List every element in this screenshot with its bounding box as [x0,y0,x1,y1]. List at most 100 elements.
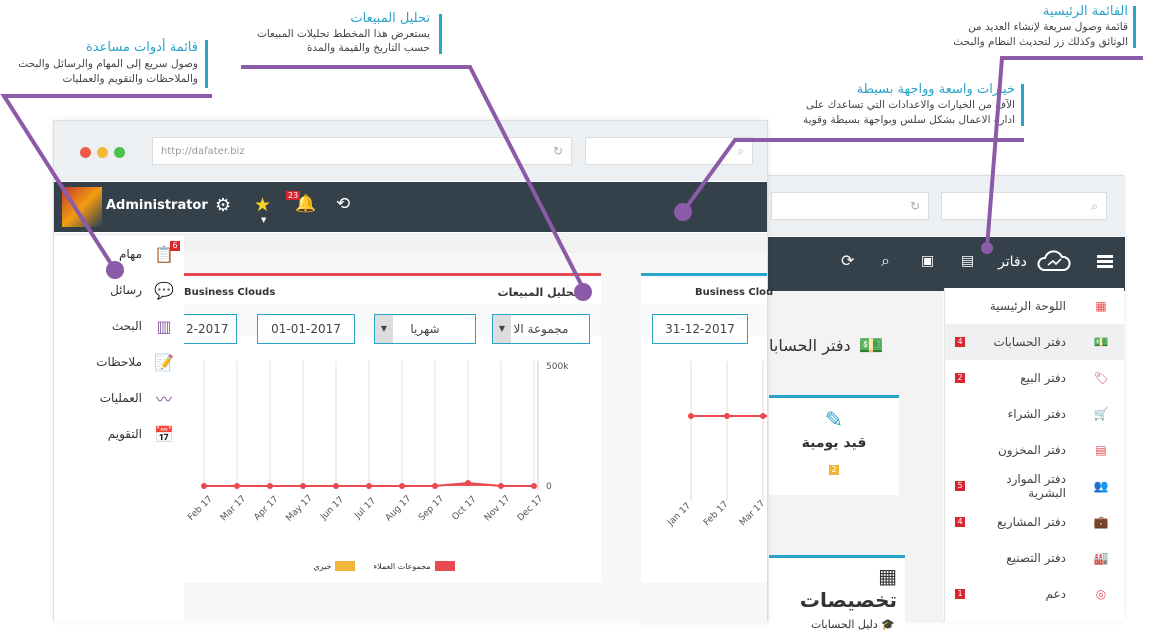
chart-legend: مجموعات العملاء خيري [284,561,484,571]
sidebar-item[interactable]: 💵 دفتر الحسابات 4 [945,324,1124,360]
sidebar-item-label: دفتر المشاريع [997,515,1066,529]
page-header: 💵 دفتر الحسابا [769,325,899,365]
x-tick-label: Feb 17 [186,494,214,522]
avatar[interactable] [62,187,102,227]
search-icon[interactable]: ⌕ [737,144,744,159]
date-from-input[interactable]: 01-01-2017 [257,314,355,344]
legend-swatch [434,561,455,571]
legend-swatch [335,561,356,571]
tool-item[interactable]: التقويم 📅 [54,416,184,452]
sidebar-item[interactable]: 🏭 دفتر التصنيع [945,540,1124,576]
tool-item[interactable]: ملاحظات 📝 [54,344,184,380]
journal-entry-card[interactable]: ✎ قيد يومية 2 [769,395,899,495]
sidebar-item[interactable]: ▦ اللوحة الرئيسية [945,288,1124,324]
panel-subtitle: Business Clouds [184,287,276,298]
new-doc-icon[interactable]: ▤ [961,253,974,269]
search-field[interactable]: ⌕ [585,137,753,165]
search-icon[interactable]: ⌕ [881,251,890,271]
period-select[interactable]: شهريا ▼ [374,314,476,344]
sales-chart: Feb 17 Mar 17 Apr 17 May 17 Jun 17 Jul 17 Aug … [186,361,569,524]
sidebar-badge: 1 [955,589,965,599]
data-point [267,483,273,489]
app-navbar: Administrator ⚙ ★ ▼ 🔔 23 ⟲ [54,182,767,232]
sidebar-item-label: دفتر الحسابات [993,335,1066,349]
back-search-field[interactable]: ⌕ [941,192,1107,220]
tool-item[interactable]: البحث ▥ [54,308,184,344]
customizations-section: ▦ تخصيصات 🎓 دليل الحسابات [769,555,905,631]
legend-label: مجموعات العملاء [373,561,431,571]
panel-title: ✎ تحليل المبيعات [497,286,591,299]
cloud-logo-icon [1037,250,1071,271]
close-dot[interactable] [80,147,91,158]
back-sidebar: ▦ اللوحة الرئيسية 💵 دفتر الحسابات 4 🏷 دفتر الب… [944,288,1124,622]
gear-icon[interactable]: ⚙ [215,195,231,216]
x-tick-label: Nov 17 [483,494,513,524]
search-icon[interactable]: ⌕ [1091,199,1098,214]
notification-badge: 23 [286,191,301,200]
date-to-input[interactable]: 2-2017 [184,314,237,344]
sidebar-icon: ▤ [1095,443,1107,457]
browser-bar: http://dafater.biz ↻ ⌕ [54,121,767,181]
sidebar-badge: 4 [955,337,965,347]
messages-icon: 💬 [154,280,174,300]
x-tick-label: Mar 17 [738,499,767,528]
data-point [531,483,537,489]
chevron-down-icon[interactable]: ▼ [493,315,511,343]
back-url-field[interactable]: ↻ [771,192,929,220]
history-icon[interactable]: ⟲ [336,194,350,214]
data-point [688,413,694,419]
maximize-dot[interactable] [114,147,125,158]
sidebar-item[interactable]: 💼 دفتر المشاريع 4 [945,504,1124,540]
sidebar-item[interactable]: ◎ دعم 1 [945,576,1124,612]
tool-item[interactable]: رسائل 💬 [54,272,184,308]
tag-icon: ✎ [581,286,591,299]
mini-chart: Jan 17 Feb 17 Mar 17 [665,361,767,529]
star-icon[interactable]: ★ [254,194,271,216]
user-name[interactable]: Administrator [106,198,208,213]
group-select[interactable]: مجموعة الا ▼ [492,314,590,344]
sidebar-icon: 🏭 [1093,551,1109,565]
section-title: ▦ تخصيصات [799,564,897,612]
tool-item[interactable]: العمليات 〰 [54,380,184,416]
data-point [432,483,438,489]
chevron-down-icon[interactable]: ▼ [261,216,266,224]
sidebar-icon: 👥 [1093,479,1109,493]
x-tick-label: Jan 17 [665,501,693,529]
card-title: قيد يومية [801,435,867,451]
sidebar-icon: 💼 [1093,515,1109,529]
sync-icon[interactable]: ⟳ [841,251,854,270]
hamburger-icon[interactable] [1097,255,1113,269]
sidebar-item[interactable]: 👥 دفتر الموارد البشرية 5 [945,468,1124,504]
dashboard-icon[interactable]: ▣ [921,253,934,269]
minimize-dot[interactable] [97,147,108,158]
tool-item-label: البحث [111,319,142,333]
date-to-input[interactable]: 31-12-2017 [652,314,748,344]
sidebar-badge: 2 [955,373,965,383]
chevron-down-icon[interactable]: ▼ [375,315,393,343]
sidebar-item[interactable]: 🛒 دفتر الشراء [945,396,1124,432]
sales-analysis-panel: Business Clouds ✎ تحليل المبيعات مجموعة … [184,273,601,583]
data-point [300,483,306,489]
page-title: دفتر الحسابا [769,335,851,355]
callout-title: القائمة الرئيسية [1042,4,1128,19]
refresh-icon[interactable]: ↻ [553,144,563,158]
url-field[interactable]: http://dafater.biz ↻ [152,137,572,165]
data-point [366,483,372,489]
sidebar-item[interactable]: ▤ دفتر المخزون [945,432,1124,468]
sidebar-item-label: دفتر التصنيع [1006,551,1066,565]
x-tick-label: Oct 17 [450,494,478,522]
calendar-icon: 📅 [154,424,174,444]
panel-title: Business Clou [695,287,774,298]
business-clouds-panel: Business Clou 31-12-2017 Jan 17 Feb 17 M… [641,273,773,583]
sidebar-item-label: دفتر المخزون [997,443,1066,457]
refresh-icon[interactable]: ↻ [910,199,920,213]
sidebar-item[interactable]: 🏷 دفتر البيع 2 [945,360,1124,396]
tool-item[interactable]: مهام 📋 6 [54,236,184,272]
notes-icon: 📝 [154,352,174,372]
search-binders-icon: ▥ [156,316,172,336]
chart-of-accounts-link[interactable]: 🎓 دليل الحسابات [769,618,905,631]
x-tick-label: Aug 17 [384,494,414,524]
sidebar-badge: 4 [955,517,965,527]
card-badge: 2 [829,465,839,475]
tool-item-label: مهام [118,247,142,261]
